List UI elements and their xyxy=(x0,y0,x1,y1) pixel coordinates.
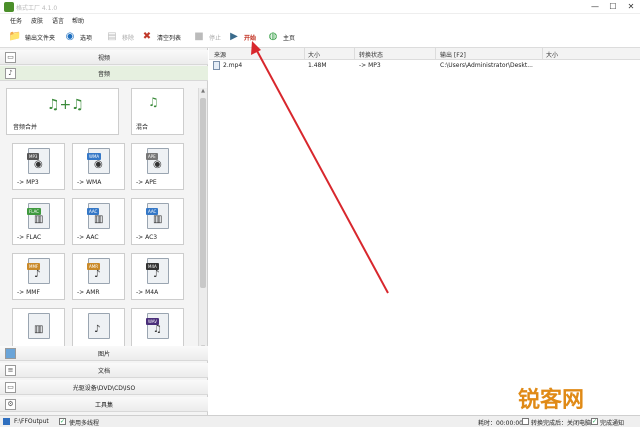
ac3-file-icon: AAC ▥ xyxy=(146,203,169,229)
maximize-button[interactable]: ☐ xyxy=(604,1,622,13)
multithread-checkbox[interactable]: ✓ xyxy=(59,418,66,425)
tile-ac3[interactable]: AAC ▥ -> AC3 xyxy=(131,198,184,245)
watermark-logo: 锐客网 xyxy=(518,388,585,413)
tile-mmf[interactable]: MMF ♪ -> MMF xyxy=(12,253,65,300)
clear-list-icon: ✖ xyxy=(142,31,152,42)
col-output[interactable]: 输出 [F2] xyxy=(440,50,466,59)
options-button[interactable]: ◉ 选项 xyxy=(63,29,92,45)
table-row[interactable]: 2.mp4 1.48M -> MP3 C:\Users\Administrato… xyxy=(209,61,640,71)
options-icon: ◉ xyxy=(65,31,75,42)
elapsed-time: 耗时：00:00:00 xyxy=(478,420,523,427)
col-status[interactable]: 转换状态 xyxy=(359,50,383,59)
toolbar: 📁 输出文件夹 ◉ 选项 ▤ 移除 ✖ 清空列表 ■ 停止 ▶ 开始 ◍ 主页 xyxy=(0,26,640,48)
row-output: C:\Users\Administrator\Deskt... xyxy=(440,62,533,69)
menu-help[interactable]: 帮助 xyxy=(72,16,84,25)
tile-audio-merge[interactable]: ♫+♫ 音频合并 xyxy=(6,88,119,135)
task-list: 来源 大小 转换状态 输出 [F2] 大小 2.mp4 1.48M -> MP3… xyxy=(209,48,640,415)
shutdown-label: 转换完成后：关闭电脑 xyxy=(531,420,592,427)
media-file-icon: ▥ xyxy=(28,313,50,339)
status-bar: F:\FFOutput ✓ 使用多线程 耗时：00:00:00 转换完成后：关闭… xyxy=(0,415,640,427)
tile-amr[interactable]: AMR ♪ -> AMR xyxy=(72,253,125,300)
category-toolbox[interactable]: ⚙ 工具集 xyxy=(0,397,208,412)
minimize-button[interactable]: — xyxy=(586,1,604,13)
notify-label: 完成通知 xyxy=(600,420,625,427)
tile-m4a[interactable]: M4A ♪ -> M4A xyxy=(131,253,184,300)
scroll-thumb[interactable] xyxy=(200,98,206,288)
row-status: -> MP3 xyxy=(359,62,381,69)
task-list-header: 来源 大小 转换状态 输出 [F2] 大小 xyxy=(209,48,640,60)
amr-file-icon: AMR ♪ xyxy=(87,258,110,284)
clear-list-button[interactable]: ✖ 清空列表 xyxy=(140,29,181,45)
folder-icon: 📁 xyxy=(8,31,22,42)
stop-icon: ■ xyxy=(194,31,204,42)
menu-skin[interactable]: 皮肤 xyxy=(31,16,43,25)
output-folder-button[interactable]: 📁 输出文件夹 xyxy=(8,29,55,45)
scroll-up-icon[interactable]: ▲ xyxy=(200,88,206,95)
mmf-file-icon: MMF ♪ xyxy=(27,258,50,284)
title-bar: 格式工厂 4.1.0 — ☐ ✕ xyxy=(0,0,640,14)
wav-file-icon: WAV ♫ xyxy=(146,313,169,339)
tile-ape[interactable]: APE ◉ -> APE xyxy=(131,143,184,190)
col-output-size[interactable]: 大小 xyxy=(546,50,558,59)
audio-merge-icon: ♫+♫ xyxy=(47,97,84,113)
aac-file-icon: AAC ▥ xyxy=(87,203,110,229)
stop-button[interactable]: ■ 停止 xyxy=(192,29,221,45)
tile-mp3[interactable]: MP3 ◉ -> MP3 xyxy=(12,143,65,190)
globe-icon: ◍ xyxy=(268,31,278,42)
m4a-file-icon: M4A ♪ xyxy=(146,258,169,284)
tile-scrollbar[interactable]: ▲ ▼ xyxy=(198,88,207,352)
category-document[interactable]: ≡ 文档 xyxy=(0,363,208,378)
close-button[interactable]: ✕ xyxy=(622,1,640,13)
shutdown-checkbox[interactable] xyxy=(522,418,529,425)
wma-file-icon: WMA ◉ xyxy=(87,148,110,174)
tile-mix[interactable]: ♫ 混合 xyxy=(131,88,184,135)
tile-flac[interactable]: FLAC ▥ -> FLAC xyxy=(12,198,65,245)
app-logo-icon xyxy=(4,2,14,12)
category-picture[interactable]: 图片 xyxy=(0,346,208,361)
tile-aac[interactable]: AAC ▥ -> AAC xyxy=(72,198,125,245)
category-video[interactable]: ▭ 视频 xyxy=(0,50,208,65)
mp3-file-icon: MP3 ◉ xyxy=(27,148,50,174)
start-button[interactable]: ▶ 开始 xyxy=(227,29,256,45)
start-icon: ▶ xyxy=(230,31,238,42)
output-path[interactable]: F:\FFOutput xyxy=(14,418,49,425)
remove-icon: ▤ xyxy=(107,31,117,42)
col-source[interactable]: 来源 xyxy=(214,50,226,59)
col-size[interactable]: 大小 xyxy=(308,50,320,59)
category-rom-device[interactable]: ▭ 光驱设备\DVD\CD\ISO xyxy=(0,380,208,395)
audio-format-grid: ♫+♫ 音频合并 ♫ 混合 MP3 ◉ -> MP3 WMA ◉ -> WMA AP… xyxy=(0,88,198,352)
menu-task[interactable]: 任务 xyxy=(10,16,22,25)
output-folder-icon xyxy=(3,418,10,425)
remove-button[interactable]: ▤ 移除 xyxy=(105,29,134,45)
category-panel: ▭ 视频 ♪ 音频 ♫+♫ 音频合并 ♫ 混合 MP3 ◉ -> MP3 WMA ◉… xyxy=(0,48,208,415)
music-note-file-icon: ♪ xyxy=(88,313,110,339)
menu-language[interactable]: 语言 xyxy=(52,16,64,25)
category-audio[interactable]: ♪ 音频 xyxy=(0,66,208,81)
video-file-icon xyxy=(213,61,220,70)
row-size: 1.48M xyxy=(308,62,327,69)
row-source: 2.mp4 xyxy=(223,62,243,69)
window-title: 格式工厂 4.1.0 xyxy=(16,5,58,12)
notify-checkbox[interactable]: ✓ xyxy=(591,418,598,425)
flac-file-icon: FLAC ▥ xyxy=(27,203,50,229)
mix-icon: ♫ xyxy=(148,95,159,109)
home-button[interactable]: ◍ 主页 xyxy=(266,29,295,45)
tile-wma[interactable]: WMA ◉ -> WMA xyxy=(72,143,125,190)
ape-file-icon: APE ◉ xyxy=(146,148,169,174)
multithread-label: 使用多线程 xyxy=(69,420,100,427)
menu-bar: 任务 皮肤 语言 帮助 xyxy=(0,14,640,26)
